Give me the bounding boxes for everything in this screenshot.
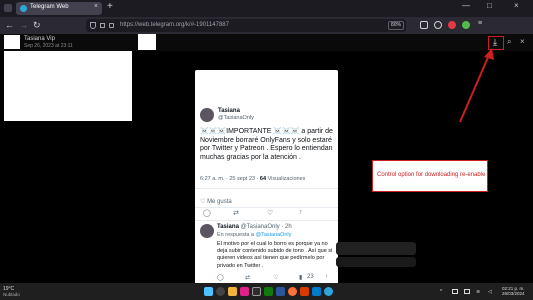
weather-desc: Nublado — [3, 292, 20, 297]
extension-green-icon[interactable] — [462, 21, 470, 29]
tray-icon-2[interactable] — [464, 289, 470, 294]
firefox-icon[interactable] — [288, 287, 297, 296]
file-explorer-icon[interactable] — [228, 287, 237, 296]
taskbar-clock[interactable]: 02:21 p. m. 26/03/2024 — [502, 286, 525, 296]
url-bar[interactable]: https://web.telegram.org/k/#-1901147887 … — [86, 19, 406, 32]
app-icon-5[interactable] — [300, 287, 309, 296]
close-window-button[interactable]: × — [514, 1, 519, 10]
wifi-icon[interactable]: ≋ — [476, 289, 480, 295]
clock-date: 26/03/2024 — [502, 291, 525, 296]
minimize-button[interactable]: — — [462, 1, 470, 10]
forward-icon[interactable]: → — [19, 20, 28, 30]
new-tab-button[interactable]: + — [107, 1, 113, 12]
telegram-media-viewer: Tasiana Vip Sep 26, 2023 at 23:11 ⤓ ⌕ × … — [0, 34, 533, 284]
tab-title: Telegram Web — [30, 4, 69, 10]
lock-icon — [100, 23, 105, 28]
account-icon[interactable] — [434, 21, 442, 29]
menu-icon[interactable]: ≡ — [478, 20, 482, 27]
search-taskbar-icon[interactable] — [216, 287, 225, 296]
annotation-arrow — [459, 48, 494, 123]
arrow-head — [484, 48, 494, 60]
tray-chevron-icon[interactable]: ^ — [440, 289, 442, 295]
shield-icon — [90, 22, 96, 29]
browser-menu-icon[interactable] — [4, 4, 12, 12]
telegram-taskbar-icon[interactable] — [324, 287, 333, 296]
reload-icon[interactable]: ↻ — [33, 20, 41, 31]
app-icon-4[interactable] — [276, 287, 285, 296]
vscode-icon[interactable] — [312, 287, 321, 296]
tray-icon-1[interactable] — [452, 289, 458, 294]
browser-tab-bar: Telegram Web × + — □ × — [0, 0, 533, 17]
back-icon[interactable]: ← — [5, 20, 14, 30]
callout-text: Control option for downloading re-enable — [377, 172, 486, 178]
app-icon-2[interactable] — [252, 287, 261, 296]
browser-nav-bar: ← → ↻ https://web.telegram.org/k/#-19011… — [0, 17, 533, 34]
taskbar: 19°C Nublado ^ ≋ ◁ 02:21 p. m. 26/03/202… — [0, 283, 533, 300]
weather-widget[interactable]: 19°C Nublado — [3, 286, 20, 297]
app-icon-1[interactable] — [240, 287, 249, 296]
url-text: https://web.telegram.org/k/#-1901147887 — [120, 22, 229, 28]
tab-telegram-web[interactable]: Telegram Web × — [16, 2, 102, 15]
maximize-button[interactable]: □ — [487, 1, 492, 10]
tab-close-icon[interactable]: × — [94, 3, 98, 10]
start-icon[interactable] — [204, 287, 213, 296]
pocket-icon[interactable] — [420, 21, 428, 29]
volume-icon[interactable]: ◁ — [488, 289, 492, 295]
telegram-icon — [20, 5, 27, 12]
permissions-icon — [109, 23, 114, 28]
app-icon-3[interactable] — [264, 287, 273, 296]
arrow-line — [459, 54, 490, 123]
zoom-indicator[interactable]: 80% — [388, 21, 404, 30]
extension-red-icon[interactable] — [448, 21, 456, 29]
annotation-callout: Control option for downloading re-enable — [372, 160, 488, 192]
